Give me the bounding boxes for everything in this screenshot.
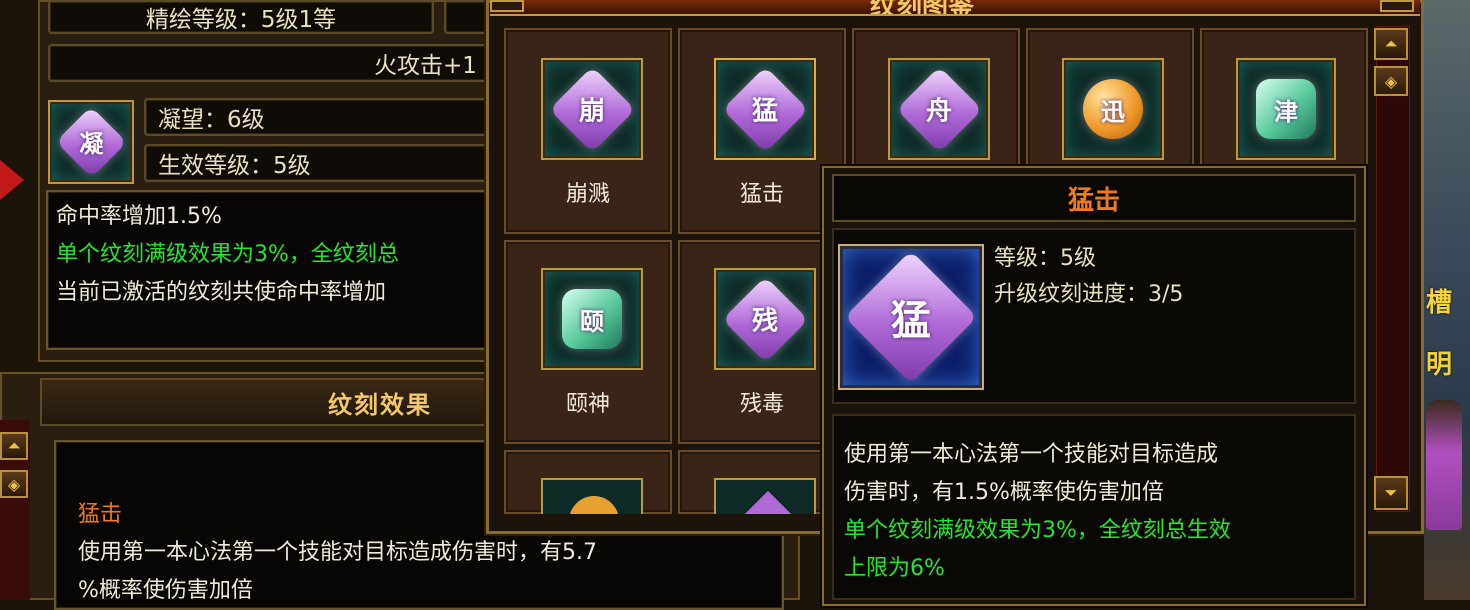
- tooltip-desc-line4: 上限为6%: [844, 556, 945, 581]
- codex-corner-left: [490, 0, 524, 12]
- tooltip-level: 等级：5级: [994, 246, 1096, 271]
- codex-scroll-home-button[interactable]: ◈: [1374, 66, 1408, 96]
- desc-line-hit: 命中率增加1.5%: [56, 204, 222, 229]
- tooltip-title: 猛击: [1067, 185, 1120, 216]
- effects-scroll-home-button[interactable]: ◈: [0, 470, 28, 498]
- effects-title-bar: 纹刻效果: [40, 378, 490, 426]
- prev-arrow-icon[interactable]: [0, 160, 24, 200]
- codex-title: 纹刻图鉴: [870, 0, 975, 16]
- fire-attack-label: 火攻击+1: [374, 53, 477, 79]
- jin-icon: 津: [1256, 78, 1316, 140]
- bengjian-icon: 崩: [549, 66, 635, 152]
- mengji-icon: 猛: [722, 66, 808, 152]
- icon-frame: 舟: [888, 58, 990, 160]
- zhou-icon: 舟: [896, 66, 982, 152]
- refine-level-bar: 精绘等级：5级1等: [48, 0, 434, 34]
- tooltip-desc-box: 使用第一本心法第一个技能对目标造成 伤害时，有1.5%概率使伤害加倍 单个纹刻满…: [832, 414, 1356, 600]
- effects-entry-desc-line1: 使用第一本心法第一个技能对目标造成伤害时，有5.7: [78, 540, 597, 565]
- close-icon[interactable]: [1380, 0, 1414, 12]
- cell-label: 猛击: [739, 182, 784, 207]
- gaze-label: 凝望：6级: [158, 107, 265, 133]
- effects-entry-desc-line2: %概率使伤害加倍: [78, 578, 253, 603]
- secondary-bar: [444, 0, 490, 34]
- icon-frame: 津: [1236, 58, 1336, 160]
- tooltip-progress: 升级纹刻进度：3/5: [994, 282, 1184, 307]
- icon-frame: 迅: [1062, 58, 1164, 160]
- codex-title-bar: 纹刻图鉴: [490, 0, 1420, 16]
- fire-attack-bar: 火攻击+1: [48, 44, 490, 82]
- tooltip-desc-line1: 使用第一本心法第一个技能对目标造成: [844, 442, 1219, 467]
- description-box: 命中率增加1.5% 单个纹刻满级效果为3%，全纹刻总 当前已激活的纹刻共使命中率…: [46, 190, 490, 350]
- gaze-icon: 凝: [55, 106, 127, 178]
- codex-scroll-track[interactable]: [1376, 26, 1410, 512]
- tooltip-title-bar: 猛击: [832, 174, 1356, 222]
- effect-level-bar: 生效等级：5级: [144, 144, 490, 182]
- desc-line-max: 单个纹刻满级效果为3%，全纹刻总: [56, 242, 399, 267]
- cell-label: 残毒: [739, 392, 784, 417]
- refine-level-label: 精绘等级：5级1等: [145, 7, 337, 33]
- effects-scroll-up-button[interactable]: ⏶: [0, 432, 28, 460]
- effects-title: 纹刻效果: [328, 390, 432, 419]
- yishen-icon: 颐: [561, 288, 623, 350]
- gaze-bar: 凝望：6级: [144, 98, 490, 136]
- tooltip-desc-line2: 伤害时，有1.5%概率使伤害加倍: [844, 480, 1164, 505]
- codex-scroll-up-button[interactable]: ⏶: [1374, 28, 1408, 60]
- gaze-icon-frame[interactable]: 凝: [48, 100, 134, 184]
- tooltip-icon-frame: 猛: [838, 244, 984, 390]
- partial-icon-orange: [541, 478, 643, 514]
- world-text-1: 槽: [1426, 288, 1453, 318]
- tooltip-desc-line3: 单个纹刻满级效果为3%，全纹刻总生效: [844, 518, 1231, 543]
- icon-frame: 崩: [541, 58, 643, 160]
- cell-label: 颐神: [565, 392, 610, 417]
- partial-icon-purple: [714, 478, 816, 514]
- candu-icon: 残: [722, 276, 808, 362]
- world-text-2: 明: [1426, 350, 1453, 380]
- cell-label: 崩溅: [565, 182, 610, 207]
- icon-frame: 残: [714, 268, 816, 370]
- npc-figure[interactable]: [1426, 400, 1462, 530]
- desc-line-current: 当前已激活的纹刻共使命中率增加: [56, 280, 387, 305]
- effect-level-label: 生效等级：5级: [158, 153, 311, 179]
- icon-frame: 猛: [714, 58, 816, 160]
- xun-icon: 迅: [1082, 78, 1144, 140]
- icon-frame: 颐: [541, 268, 643, 370]
- mengji-large-icon: 猛: [844, 250, 978, 384]
- codex-scroll-down-button[interactable]: ⏷: [1374, 476, 1408, 510]
